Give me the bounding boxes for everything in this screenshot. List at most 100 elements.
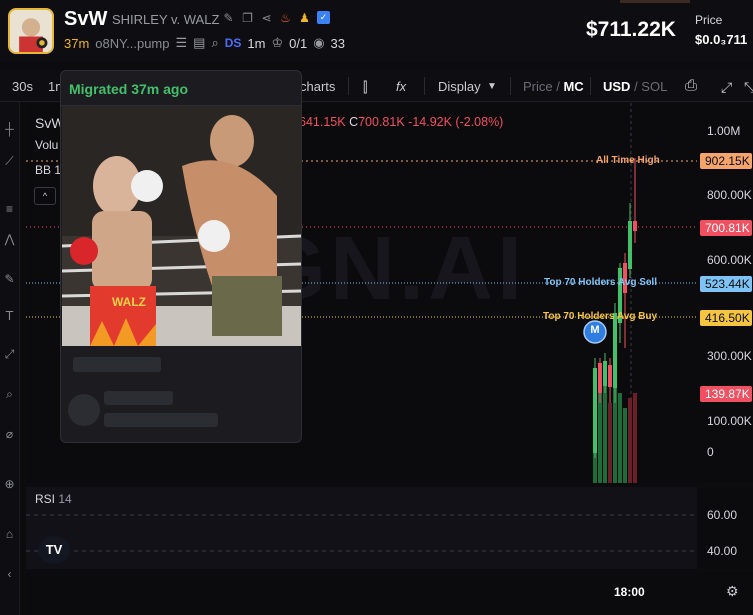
token-avatar[interactable] — [8, 8, 54, 54]
market-cap-value: $711.22K — [586, 18, 676, 41]
rsi-tick: 60.00 — [707, 508, 738, 522]
share-icon[interactable]: ⋖ — [260, 11, 273, 25]
interval-30s[interactable]: 30s — [12, 79, 33, 94]
camera-icon[interactable]: ⎙ — [685, 77, 697, 94]
time-axis-label: 18:00 — [614, 585, 645, 599]
indicators-fx-icon[interactable]: fx — [396, 79, 406, 94]
header-icon-row: ✎ ❐ ⋖ ♨ ♟ ✓ — [222, 11, 330, 25]
axis-tick: 0 — [707, 445, 714, 459]
token-preview-popup: Migrated 37m ago WALZ — [60, 70, 302, 443]
ruler-tool-icon[interactable]: ⌀ — [2, 427, 17, 442]
magnet-tool-icon[interactable]: ⊕ — [2, 477, 17, 492]
volume-bar — [608, 403, 612, 483]
token-preview-image: WALZ — [62, 106, 301, 346]
candle — [628, 221, 632, 269]
ath-price-tag: 902.15K — [700, 153, 752, 169]
gear-icon[interactable]: ⚙ — [726, 583, 739, 600]
rsi-name: RSI — [35, 492, 56, 506]
brush-tool-icon[interactable]: ✎ — [2, 272, 17, 287]
candle-style-icon[interactable]: ⫿ — [363, 79, 367, 96]
price-axis[interactable]: 1.00M 902.15K 800.00K 700.81K 600.00K 52… — [697, 103, 753, 483]
volume-bar — [628, 398, 632, 483]
contract-address[interactable]: o8NY...pump — [95, 36, 169, 51]
note-icon[interactable]: ▤ — [193, 35, 205, 51]
candle — [613, 313, 617, 388]
trendline-tool-icon[interactable]: ⟋ — [2, 154, 17, 169]
usd-option[interactable]: USD — [603, 79, 630, 94]
rsi-pane[interactable]: RSI 14 — [26, 487, 697, 569]
price-toggle-option[interactable]: Price / — [523, 79, 563, 94]
legend-volume[interactable]: Volu — [35, 138, 58, 152]
volume-bar — [618, 393, 622, 483]
dexscreener-badge[interactable]: DS — [225, 36, 242, 50]
candle — [603, 361, 607, 386]
token-age: 37m — [64, 35, 90, 51]
toolbar-divider — [424, 77, 425, 95]
price-mc-toggle[interactable]: Price / MC — [523, 79, 584, 94]
measure-tool-icon[interactable]: ⤢ — [2, 347, 17, 362]
zoom-tool-icon[interactable]: ⌕ — [2, 387, 17, 402]
fire-icon[interactable]: ♨ — [279, 11, 292, 25]
price-value: $0.0₃711 — [695, 32, 748, 47]
crown-icon: ♔ — [271, 35, 284, 50]
candle — [633, 221, 637, 231]
ohlc-readout: 641.15K C700.81K -14.92K (-2.08%) — [299, 115, 503, 129]
charts-button[interactable]: charts — [300, 79, 335, 94]
chevron-down-icon[interactable]: ▼ — [487, 81, 497, 92]
boxer-trunks-text: WALZ — [112, 295, 146, 309]
toolbar-divider — [510, 77, 511, 95]
sol-option[interactable]: / SOL — [630, 79, 667, 94]
fib-tool-icon[interactable]: ≡ — [2, 202, 17, 217]
volume-tag: 139.87K — [700, 386, 752, 402]
volume-bar — [623, 408, 627, 483]
eye-icon: ◉ — [313, 35, 325, 50]
edit-icon[interactable]: ✎ — [222, 11, 235, 25]
verified-flag-icon[interactable]: ✓ — [317, 11, 330, 24]
rsi-tick: 40.00 — [707, 544, 738, 558]
loading-placeholder — [104, 413, 218, 427]
crosshair-tool-icon[interactable]: ┼ — [2, 122, 17, 137]
token-avatar-image — [10, 10, 52, 52]
token-meta-row: 37m o8NY...pump ☰ ▤ ⌕ DS 1m ♔ 0/1 ◉ 33 — [64, 35, 345, 51]
legend-collapse-button[interactable]: ^ — [34, 187, 56, 205]
loading-placeholder — [73, 357, 161, 372]
current-price-tag: 700.81K — [700, 220, 752, 236]
display-dropdown[interactable]: Display — [438, 79, 481, 94]
ohlc-change: -14.92K (-2.08%) — [408, 115, 504, 129]
fullscreen-icon[interactable]: ⤢ — [721, 79, 732, 96]
avatar-placeholder — [68, 394, 100, 426]
candle — [598, 363, 602, 393]
avg-sell-price-tag: 523.44K — [700, 276, 752, 292]
dexscreener-value: 1m — [247, 35, 266, 51]
avg-sell-line-label: Top 70 Holders Avg Sell — [544, 277, 657, 288]
ath-line-label: All Time High — [596, 155, 660, 166]
axis-tick: 800.00K — [707, 188, 752, 202]
rsi-legend[interactable]: RSI 14 — [35, 492, 72, 506]
collapse-toolbar-icon[interactable]: ‹ — [2, 567, 17, 582]
mc-toggle-option[interactable]: MC — [563, 79, 583, 94]
avg-buy-price-tag: 416.50K — [700, 310, 752, 326]
community-icon[interactable]: ♟ — [298, 11, 311, 25]
tradingview-logo[interactable]: TV — [38, 536, 70, 564]
drawing-tools-sidebar: ┼ ⟋ ≡ ⋀ ✎ Ｔ ⤢ ⌕ ⌀ ⊕ ⌂ ‹ — [0, 102, 20, 615]
copy-icon[interactable]: ❐ — [241, 11, 254, 25]
lock-tool-icon[interactable]: ⌂ — [2, 527, 17, 542]
axis-tick: 600.00K — [707, 253, 752, 267]
axis-tick: 100.00K — [707, 414, 752, 428]
axis-tick: 1.00M — [707, 124, 741, 138]
time-axis[interactable]: 18:00 ⚙ — [26, 572, 753, 615]
toolbar-divider — [348, 77, 349, 95]
currency-toggle[interactable]: USD / SOL — [603, 79, 667, 94]
restore-icon[interactable]: ⤡ — [744, 79, 753, 96]
ohlc-close: 700.81K — [358, 115, 405, 129]
legend-bollinger[interactable]: BB 1 — [35, 163, 61, 177]
candle — [593, 368, 597, 453]
migration-marker-label[interactable]: M — [588, 324, 602, 336]
rsi-period: 14 — [58, 492, 72, 506]
text-tool-icon[interactable]: Ｔ — [2, 307, 17, 323]
search-icon[interactable]: ⌕ — [211, 35, 218, 51]
list-icon[interactable]: ☰ — [176, 35, 188, 51]
pattern-tool-icon[interactable]: ⋀ — [2, 232, 17, 247]
header-accent — [620, 0, 690, 3]
toolbar-divider — [590, 77, 591, 95]
